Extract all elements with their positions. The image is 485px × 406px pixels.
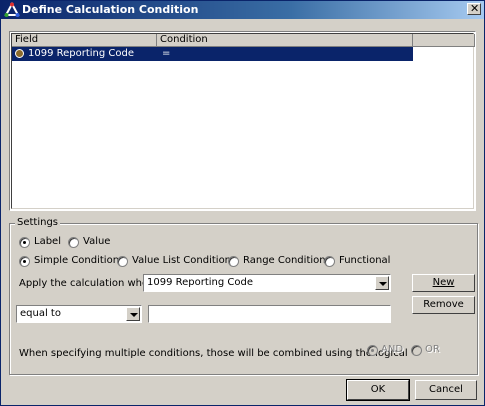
new-button[interactable]: New: [412, 274, 475, 292]
remove-button-label: Remove: [423, 299, 464, 310]
and-radio[interactable]: [367, 345, 378, 356]
operator-value: equal to: [20, 308, 61, 319]
ok-button-label: OK: [370, 384, 386, 395]
dialog-window: Define Calculation Condition ✕ Field Con…: [0, 0, 485, 406]
value-radio[interactable]: [68, 237, 79, 248]
cancel-button-label: Cancel: [429, 384, 463, 395]
operator-dropdown[interactable]: equal to: [16, 305, 142, 323]
column-header-filler: [413, 34, 475, 47]
field-status-icon: [15, 49, 24, 58]
simple-condition-text: Simple Condition: [34, 255, 120, 266]
value-list-condition-radio[interactable]: [117, 256, 128, 267]
value-radio-text: Value: [83, 236, 111, 247]
condition-value-input[interactable]: [148, 305, 391, 323]
window-title: Define Calculation Condition: [22, 3, 199, 16]
value-list-condition-text: Value List Condition: [132, 255, 232, 266]
simple-condition-radio[interactable]: [19, 256, 30, 267]
close-icon: ✕: [470, 2, 480, 15]
title-bar: Define Calculation Condition ✕: [1, 1, 484, 19]
functional-text: Functional: [339, 255, 391, 266]
conditions-grid[interactable]: Field Condition 1099 Reporting Code =: [9, 31, 476, 211]
remove-button[interactable]: Remove: [412, 296, 475, 314]
apply-field-dropdown[interactable]: 1099 Reporting Code: [143, 274, 391, 292]
column-header-condition[interactable]: Condition: [157, 34, 413, 47]
or-radio-text: OR: [425, 344, 440, 355]
label-radio[interactable]: [19, 237, 30, 248]
cancel-button[interactable]: Cancel: [415, 380, 477, 400]
logical-combine-text: When specifying multiple conditions, tho…: [19, 348, 408, 359]
ok-button[interactable]: OK: [346, 379, 410, 401]
column-header-field[interactable]: Field: [12, 34, 157, 47]
row-condition-cell: =: [162, 48, 171, 59]
settings-group-label: Settings: [15, 217, 61, 229]
close-button[interactable]: ✕: [467, 2, 481, 15]
grid-header: Field Condition: [12, 34, 475, 47]
grid-frame: Field Condition 1099 Reporting Code =: [11, 33, 475, 209]
chevron-down-icon[interactable]: [126, 307, 140, 321]
range-condition-radio[interactable]: [228, 256, 239, 267]
row-field-cell: 1099 Reporting Code: [28, 48, 135, 59]
apply-field-value: 1099 Reporting Code: [147, 277, 254, 288]
and-radio-text: AND: [381, 344, 404, 355]
functional-radio[interactable]: [324, 256, 335, 267]
or-radio[interactable]: [411, 345, 422, 356]
chevron-down-icon[interactable]: [375, 276, 389, 290]
new-button-label: New: [432, 277, 455, 288]
app-icon: [4, 2, 20, 17]
table-row[interactable]: 1099 Reporting Code =: [12, 47, 413, 61]
apply-when-label: Apply the calculation when: [19, 278, 155, 289]
label-radio-text: Label: [34, 236, 61, 247]
range-condition-text: Range Condition: [243, 255, 326, 266]
